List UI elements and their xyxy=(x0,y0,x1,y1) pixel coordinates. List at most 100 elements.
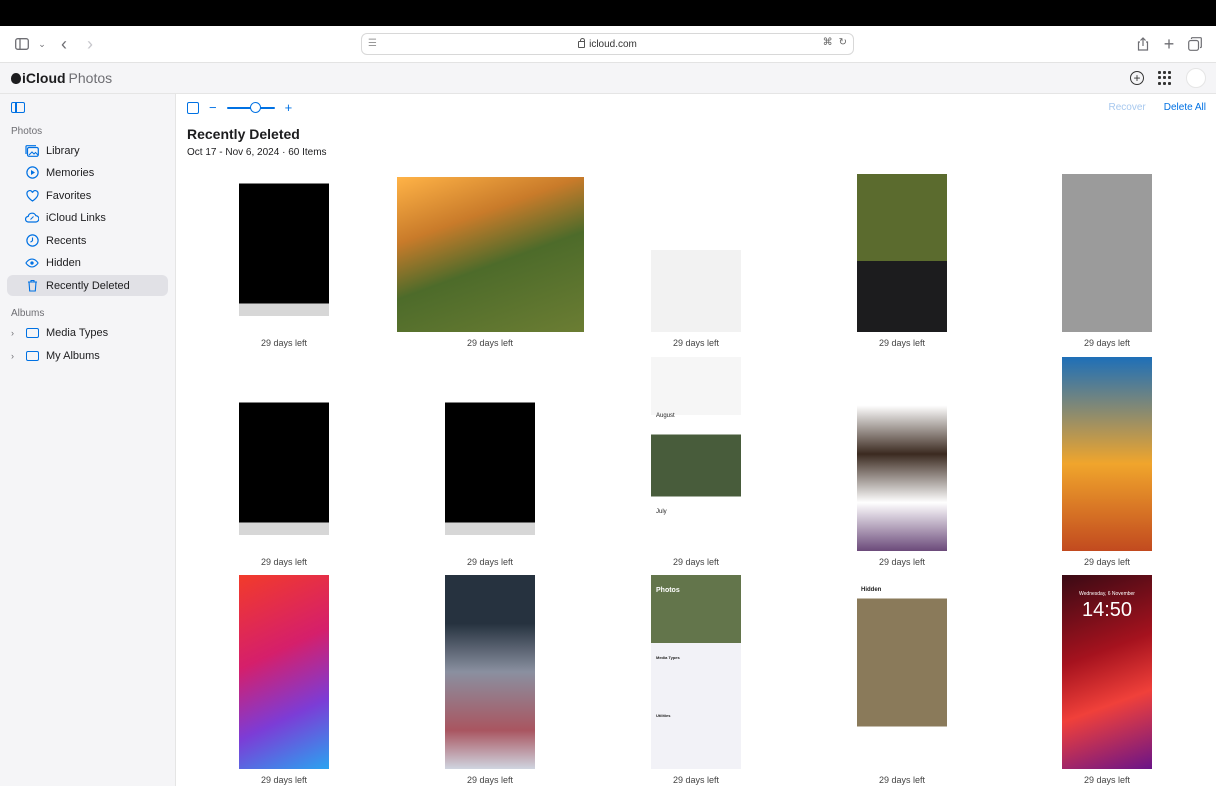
library-icon xyxy=(25,144,39,157)
upload-icon[interactable]: + xyxy=(1130,71,1144,85)
page-subtitle: Oct 17 - Nov 6, 2024 · 60 Items xyxy=(187,147,327,158)
address-bar[interactable]: ☰ icloud.com ⌘ ↻ xyxy=(361,33,854,55)
sidebar-item-library[interactable]: Library xyxy=(7,140,168,161)
separator: · xyxy=(282,147,286,158)
photo-thumbnail[interactable] xyxy=(239,174,329,332)
share-icon[interactable] xyxy=(1133,34,1153,54)
address-text: icloud.com xyxy=(589,38,637,50)
page-menu-icon[interactable]: ☰ xyxy=(368,38,377,49)
thumb-text: Media Types xyxy=(656,655,680,660)
lock-screen-time: 14:50 xyxy=(1081,599,1133,621)
cloud-link-icon xyxy=(25,212,39,224)
main-content: − + Recover Delete All Recently Deleted … xyxy=(177,94,1216,786)
photo-thumbnail[interactable] xyxy=(857,174,947,332)
sidebar-item-recents[interactable]: Recents xyxy=(7,230,168,251)
zoom-in-button[interactable]: + xyxy=(285,100,293,115)
page-title: Recently Deleted xyxy=(187,126,300,142)
photo-thumbnail[interactable] xyxy=(445,575,535,769)
back-icon[interactable]: ‹ xyxy=(54,34,74,54)
sidebar-item-media-types[interactable]: › Media Types xyxy=(7,322,168,343)
delete-all-button[interactable]: Delete All xyxy=(1164,102,1206,113)
folder-icon xyxy=(25,350,39,362)
sidebar-toggle-icon[interactable] xyxy=(12,34,32,54)
date-range: Oct 17 - Nov 6, 2024 xyxy=(187,147,280,158)
translate-icon[interactable]: ⌘ xyxy=(823,37,833,48)
photo-thumbnail[interactable] xyxy=(445,393,535,551)
sidebar-item-label: Favorites xyxy=(46,189,92,202)
new-tab-icon[interactable]: + xyxy=(1159,34,1179,54)
sidebar-item-label: Memories xyxy=(46,166,95,179)
section-albums: Albums xyxy=(11,308,45,319)
photo-thumbnail[interactable]: Hidden xyxy=(857,575,947,769)
app-header: iCloud Photos + xyxy=(0,63,1216,94)
tabs-overview-icon[interactable] xyxy=(1185,34,1205,54)
clock-icon xyxy=(25,234,39,247)
zoom-out-button[interactable]: − xyxy=(209,100,217,115)
photo-caption: 29 days left xyxy=(878,775,926,785)
thumb-text: Photos xyxy=(656,587,680,594)
photo-thumbnail[interactable] xyxy=(857,357,947,551)
photo-caption: 29 days left xyxy=(878,338,926,348)
sidebar-item-memories[interactable]: Memories xyxy=(7,162,168,183)
chevron-right-icon[interactable]: › xyxy=(11,351,14,361)
sidebar-item-my-albums[interactable]: › My Albums xyxy=(7,345,168,366)
aspect-fit-icon[interactable] xyxy=(187,101,199,114)
zoom-slider-knob[interactable] xyxy=(249,101,261,113)
photo-thumbnail[interactable]: Wednesday, 6 November 14:50 xyxy=(1062,575,1152,769)
heart-icon xyxy=(25,189,39,202)
photo-thumbnail[interactable] xyxy=(1062,357,1152,551)
menu-bar xyxy=(0,0,1216,26)
section-photos: Photos xyxy=(11,126,43,137)
thumb-text: July xyxy=(656,509,667,515)
photo-thumbnail[interactable] xyxy=(1062,174,1152,332)
thumb-text: Hidden xyxy=(861,587,882,593)
lock-screen-date: Wednesday, 6 November xyxy=(1079,591,1135,597)
photo-thumbnail[interactable] xyxy=(396,177,584,332)
thumb-text: Utilities xyxy=(656,713,671,718)
photo-thumbnail[interactable]: August July xyxy=(651,357,741,551)
sidebar-item-label: Library xyxy=(46,144,80,157)
sidebar-collapse-icon[interactable] xyxy=(11,102,25,113)
photo-caption: 29 days left xyxy=(466,775,514,785)
eye-icon xyxy=(25,257,39,269)
photo-caption: 29 days left xyxy=(672,775,720,785)
thumb-text: August xyxy=(656,413,675,419)
sidebar-item-label: Hidden xyxy=(46,256,81,269)
sidebar-item-label: Media Types xyxy=(46,326,109,339)
zoom-slider[interactable] xyxy=(226,101,275,113)
reload-icon[interactable]: ↻ xyxy=(839,37,847,48)
folder-icon xyxy=(25,327,39,339)
apple-logo-icon xyxy=(11,72,21,84)
photo-caption: 29 days left xyxy=(1083,557,1131,567)
photo-caption: 29 days left xyxy=(1083,338,1131,348)
sidebar-item-favorites[interactable]: Favorites xyxy=(7,185,168,206)
forward-icon[interactable]: › xyxy=(80,34,100,54)
photo-thumbnail[interactable]: Photos Media Types Utilities xyxy=(651,575,741,769)
photo-caption: 29 days left xyxy=(260,338,308,348)
sidebar-item-label: Recents xyxy=(46,234,87,247)
sidebar-item-label: Recently Deleted xyxy=(46,279,130,292)
memories-icon xyxy=(25,166,39,179)
app-logo[interactable]: iCloud Photos xyxy=(11,70,112,86)
sidebar: Photos Library Memories Favorites iCloud… xyxy=(0,94,176,786)
sidebar-item-label: My Albums xyxy=(46,349,100,362)
chevron-down-icon[interactable]: ⌄ xyxy=(32,34,52,54)
photo-caption: 29 days left xyxy=(260,775,308,785)
photo-thumbnail[interactable] xyxy=(239,575,329,769)
photo-thumbnail[interactable] xyxy=(651,174,741,332)
sidebar-item-hidden[interactable]: Hidden xyxy=(7,252,168,273)
chevron-right-icon[interactable]: › xyxy=(11,328,14,338)
item-count: 60 Items xyxy=(288,147,327,158)
brand-photos: Photos xyxy=(68,70,113,86)
sidebar-item-recently-deleted[interactable]: Recently Deleted xyxy=(7,275,168,296)
recover-button[interactable]: Recover xyxy=(1109,102,1146,113)
app-launcher-icon[interactable] xyxy=(1158,71,1172,85)
photo-caption: 29 days left xyxy=(672,557,720,567)
photo-caption: 29 days left xyxy=(672,338,720,348)
photo-caption: 29 days left xyxy=(260,557,308,567)
photo-caption: 29 days left xyxy=(466,338,514,348)
avatar[interactable] xyxy=(1186,68,1206,88)
trash-icon xyxy=(25,279,39,292)
photo-thumbnail[interactable] xyxy=(239,393,329,551)
sidebar-item-icloud-links[interactable]: iCloud Links xyxy=(7,207,168,228)
